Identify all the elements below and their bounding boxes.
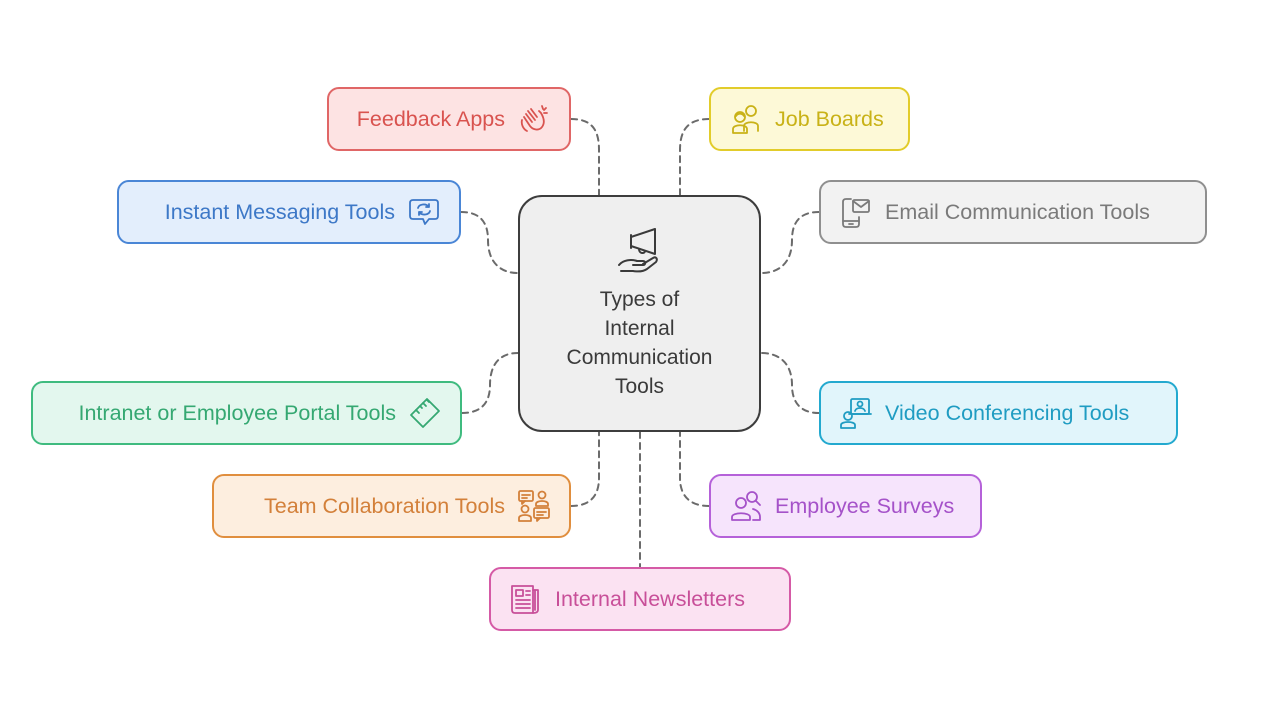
branch-label: Email Communication Tools — [885, 199, 1150, 224]
connector-team — [570, 431, 600, 507]
central-topic-title-line: Types of — [599, 287, 680, 311]
connector-video — [760, 352, 820, 414]
branch-feedback-apps: Feedback Apps — [327, 87, 571, 151]
branch-label: Intranet or Employee Portal Tools — [78, 400, 397, 425]
branch-label: Internal Newsletters — [555, 586, 745, 611]
ruler-icon — [408, 396, 442, 430]
connector-jobs — [679, 118, 710, 196]
connector-intranet — [461, 352, 519, 414]
branch-label: Video Conferencing Tools — [885, 400, 1130, 425]
branch-label: Job Boards — [775, 106, 884, 131]
connector-feedback — [570, 118, 600, 196]
central-topic-title-line: Communication — [566, 345, 713, 369]
user-search-icon — [729, 489, 763, 523]
video-presenter-icon — [839, 396, 873, 430]
people-group-icon — [729, 102, 763, 136]
branch-label: Team Collaboration Tools — [263, 493, 505, 518]
team-chat-icon — [517, 489, 551, 523]
central-topic-title: Types of Internal Communication Tools — [540, 285, 740, 401]
connector-im — [460, 211, 519, 274]
central-topic: Types of Internal Communication Tools — [518, 195, 761, 432]
central-topic-title-line: Internal — [604, 316, 675, 340]
branch-label: Instant Messaging Tools — [164, 199, 395, 224]
branch-employee-surveys: Employee Surveys — [709, 474, 982, 538]
connector-email — [760, 211, 820, 274]
chat-sync-icon — [407, 195, 441, 229]
branch-instant-messaging-tools: Instant Messaging Tools — [117, 180, 461, 244]
branch-team-collaboration-tools: Team Collaboration Tools — [212, 474, 571, 538]
mobile-email-icon — [839, 195, 873, 229]
branch-email-communication-tools: Email Communication Tools — [819, 180, 1207, 244]
branch-job-boards: Job Boards — [709, 87, 910, 151]
branch-intranet-or-employee-portal-tools: Intranet or Employee Portal Tools — [31, 381, 462, 445]
megaphone-hand-icon — [611, 221, 669, 279]
clapping-hands-icon — [517, 102, 551, 136]
central-topic-title-line: Tools — [614, 374, 665, 398]
branch-label: Employee Surveys — [775, 493, 955, 518]
connector-surveys — [679, 431, 710, 507]
branch-video-conferencing-tools: Video Conferencing Tools — [819, 381, 1178, 445]
branch-label: Feedback Apps — [356, 106, 505, 131]
branch-internal-newsletters: Internal Newsletters — [489, 567, 791, 631]
newspaper-icon — [509, 582, 543, 616]
